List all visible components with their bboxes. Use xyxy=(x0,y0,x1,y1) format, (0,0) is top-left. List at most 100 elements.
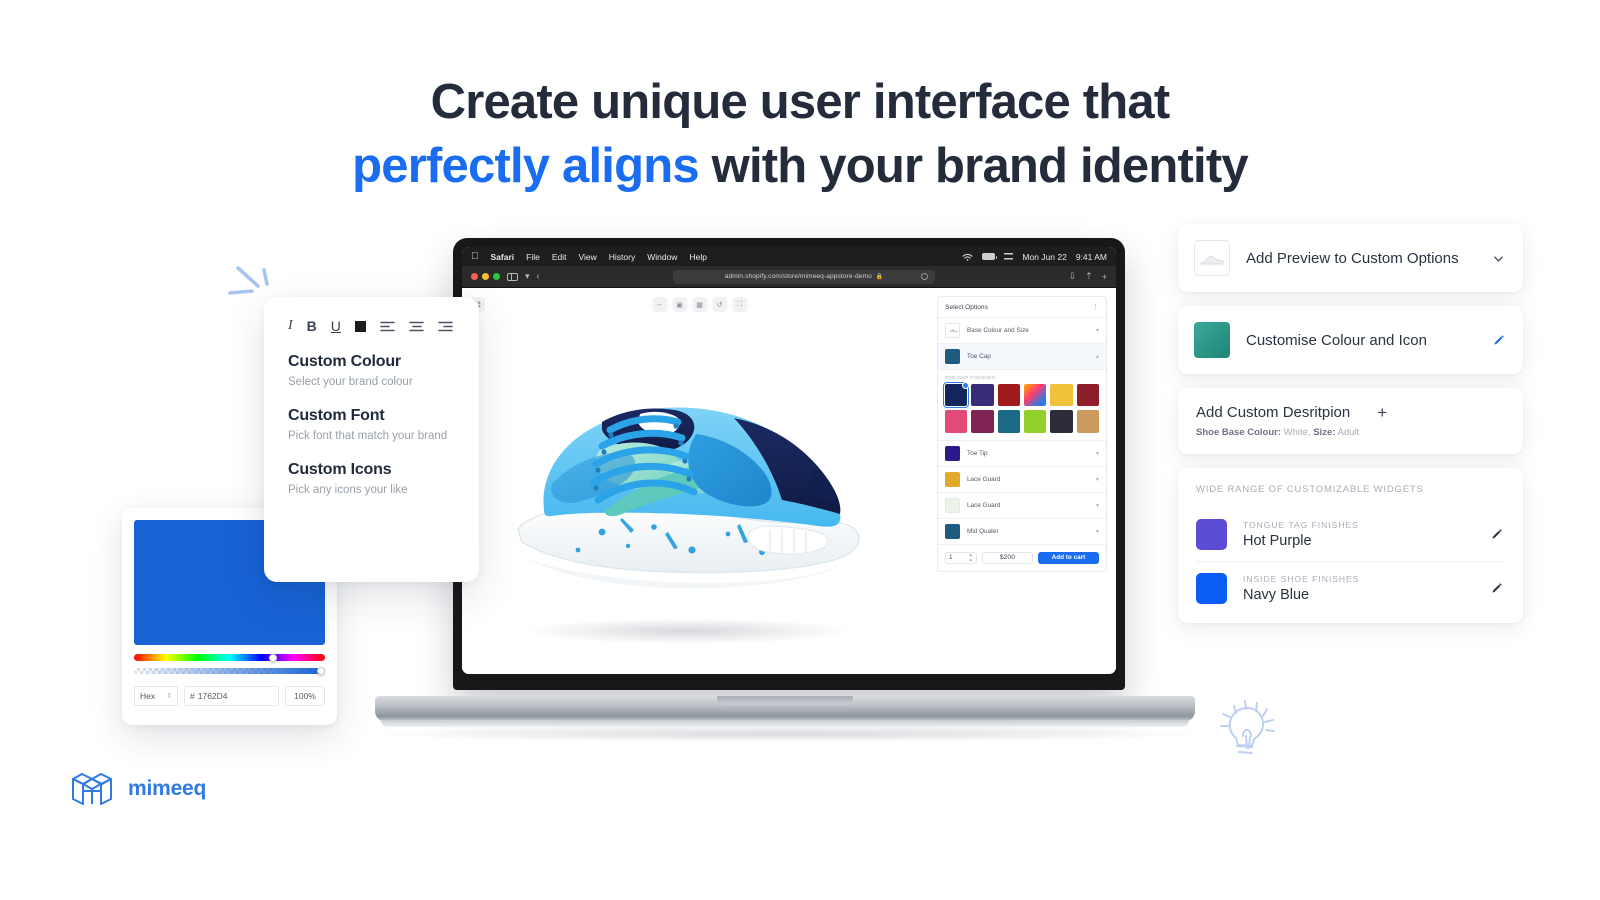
text-format-toolbar: I B U xyxy=(288,319,455,333)
menu-item-help[interactable]: Help xyxy=(689,252,706,262)
finish-swatch-dark-red[interactable] xyxy=(1076,384,1100,407)
menu-item-history[interactable]: History xyxy=(609,252,635,262)
align-center-icon[interactable] xyxy=(409,321,424,332)
battery-icon[interactable] xyxy=(982,253,998,260)
layers-tool[interactable]: ▦ xyxy=(692,297,707,312)
chevron-down-icon[interactable]: ▾ xyxy=(1096,476,1099,483)
widget-row-inside-shoe[interactable]: INSIDE SHOE FINISHES Navy Blue xyxy=(1196,561,1505,615)
menu-item-safari[interactable]: Safari xyxy=(491,252,515,262)
underline-button[interactable]: U xyxy=(331,319,341,333)
apple-logo-icon[interactable]:  xyxy=(471,251,479,262)
option-label: Toe Tip xyxy=(967,449,988,457)
minimize-window-button[interactable] xyxy=(482,273,489,280)
rotate-tool[interactable]: ↺ xyxy=(712,297,727,312)
menu-item-edit[interactable]: Edit xyxy=(552,252,567,262)
customizable-widgets-card: WIDE RANGE OF CUSTOMIZABLE WIDGETS TONGU… xyxy=(1178,468,1523,623)
sidebar-toggle-icon[interactable] xyxy=(507,272,518,281)
wifi-icon[interactable] xyxy=(962,253,973,261)
desc-value-size: Adult xyxy=(1337,427,1360,438)
page-title: Create unique user interface that perfec… xyxy=(0,70,1600,198)
plus-icon[interactable]: + xyxy=(1377,388,1405,421)
laptop-screen:  Safari File Edit View History Window H… xyxy=(462,247,1116,674)
quantity-steppers: ▲ ▼ xyxy=(968,552,973,563)
option-row-lace-guard-1[interactable]: Lace Guard ▾ xyxy=(938,465,1106,492)
add-custom-description-card[interactable]: Add Custom Desritpion Shoe Base Colour: … xyxy=(1178,388,1523,454)
align-left-icon[interactable] xyxy=(380,321,395,332)
option-row-mid-quater[interactable]: Mid Quater ▾ xyxy=(938,517,1106,544)
pencil-icon[interactable] xyxy=(1487,582,1505,595)
finish-swatch-magenta-camo[interactable] xyxy=(971,410,994,433)
hash-symbol: # xyxy=(190,691,195,701)
macos-menubar:  Safari File Edit View History Window H… xyxy=(462,247,1116,266)
quantity-stepper[interactable]: 1 ▲ ▼ xyxy=(945,551,977,564)
option-row-base-colour-and-size[interactable]: Base Colour and Size ▾ xyxy=(938,317,1106,343)
finish-swatch-tan[interactable] xyxy=(1076,410,1100,433)
download-icon[interactable]: ⇩ xyxy=(1069,271,1077,282)
finish-swatch-charcoal[interactable] xyxy=(1050,410,1073,433)
updown-caret-icon[interactable]: ⇳ xyxy=(166,693,172,700)
finish-swatch-teal-solid[interactable] xyxy=(997,410,1021,433)
chevron-down-icon[interactable] xyxy=(1489,252,1507,265)
opacity-input[interactable]: 100% xyxy=(285,686,325,706)
caret-up-icon[interactable]: ▲ xyxy=(968,552,973,557)
add-preview-card[interactable]: Add Preview to Custom Options xyxy=(1178,224,1523,292)
finish-swatch-red-camo[interactable] xyxy=(997,384,1021,407)
alpha-slider-knob[interactable] xyxy=(317,667,326,675)
hue-slider-knob[interactable] xyxy=(269,653,278,662)
resize-tool[interactable]: ↔ xyxy=(652,297,667,312)
option-row-toe-cap[interactable]: Toe Cap ▴ xyxy=(938,343,1106,369)
add-to-cart-button[interactable]: Add to cart xyxy=(1037,551,1099,564)
option-row-toe-tip[interactable]: Toe Tip ▾ xyxy=(938,439,1106,466)
share-icon[interactable]: ⇡ xyxy=(1085,271,1093,282)
colour-format-select[interactable]: Hex ⇳ xyxy=(134,686,178,706)
teal-colour-swatch[interactable] xyxy=(1194,322,1230,358)
chevron-down-icon[interactable]: ▾ xyxy=(1096,450,1099,457)
hex-value-input[interactable]: # 1762D4 xyxy=(184,686,279,706)
zoom-window-button[interactable] xyxy=(493,273,500,280)
pencil-icon[interactable] xyxy=(1487,528,1505,541)
menu-item-view[interactable]: View xyxy=(578,252,596,262)
align-right-icon[interactable] xyxy=(438,321,453,332)
option-row-lace-guard-2[interactable]: Lace Guard ▾ xyxy=(938,491,1106,518)
brand-logo[interactable]: mimeeq xyxy=(70,767,206,811)
finish-swatch-rainbow-marble[interactable] xyxy=(1024,384,1047,407)
reload-icon[interactable] xyxy=(921,273,929,280)
desc-value-colour: White, xyxy=(1283,427,1311,438)
customise-colour-card[interactable]: Customise Colour and Icon xyxy=(1178,306,1523,374)
finish-swatch-green-leopard[interactable] xyxy=(1024,410,1047,433)
widget-row-tongue-tag[interactable]: TONGUE TAG FINISHES Hot Purple xyxy=(1196,508,1505,561)
control-center-icon[interactable] xyxy=(1004,252,1014,261)
finish-swatch-navy-solid[interactable] xyxy=(942,381,970,409)
italic-button[interactable]: I xyxy=(288,319,293,333)
menu-item-file[interactable]: File xyxy=(526,252,540,262)
hue-slider[interactable] xyxy=(134,653,325,662)
text-colour-button[interactable] xyxy=(354,320,366,332)
chevron-down-icon[interactable]: ▾ xyxy=(1096,327,1099,334)
chevron-down-icon[interactable]: ▾ xyxy=(1096,502,1099,509)
menu-item-window[interactable]: Window xyxy=(647,252,677,262)
new-tab-icon[interactable]: + xyxy=(1102,272,1107,282)
chevron-up-icon[interactable]: ▴ xyxy=(1096,353,1099,360)
finish-swatch-yellow-leopard[interactable] xyxy=(1050,384,1073,407)
customise-colour-row[interactable]: Customise Colour and Icon xyxy=(1178,306,1523,374)
customise-colour-label: Customise Colour and Icon xyxy=(1246,331,1427,349)
finish-swatch-purple-camo[interactable] xyxy=(971,384,994,407)
finish-swatch-pink-camo[interactable] xyxy=(945,410,968,433)
caret-down-icon[interactable]: ▼ xyxy=(968,558,973,563)
screenshot-tool[interactable]: ▣ xyxy=(672,297,687,312)
chevron-down-icon[interactable]: ▾ xyxy=(525,272,530,281)
bold-button[interactable]: B xyxy=(307,319,317,333)
price-field: $200 xyxy=(982,551,1033,564)
finishes-title: TOE CAP FINISHES xyxy=(945,375,996,380)
fullscreen-tool[interactable]: ⛶ xyxy=(732,297,747,312)
pencil-icon[interactable] xyxy=(1489,334,1507,347)
navy-blue-swatch[interactable] xyxy=(1196,573,1227,604)
close-window-button[interactable] xyxy=(471,273,478,280)
add-preview-row[interactable]: Add Preview to Custom Options xyxy=(1178,224,1523,292)
more-options-icon[interactable]: ⋮ xyxy=(1092,303,1099,311)
back-button-icon[interactable]: ‹ xyxy=(537,272,540,281)
hot-purple-swatch[interactable] xyxy=(1196,519,1227,550)
alpha-slider[interactable] xyxy=(134,667,326,675)
address-bar[interactable]: admin.shopify.com/store/mimeeq-appstore-… xyxy=(673,269,936,284)
chevron-down-icon[interactable]: ▾ xyxy=(1096,528,1099,535)
